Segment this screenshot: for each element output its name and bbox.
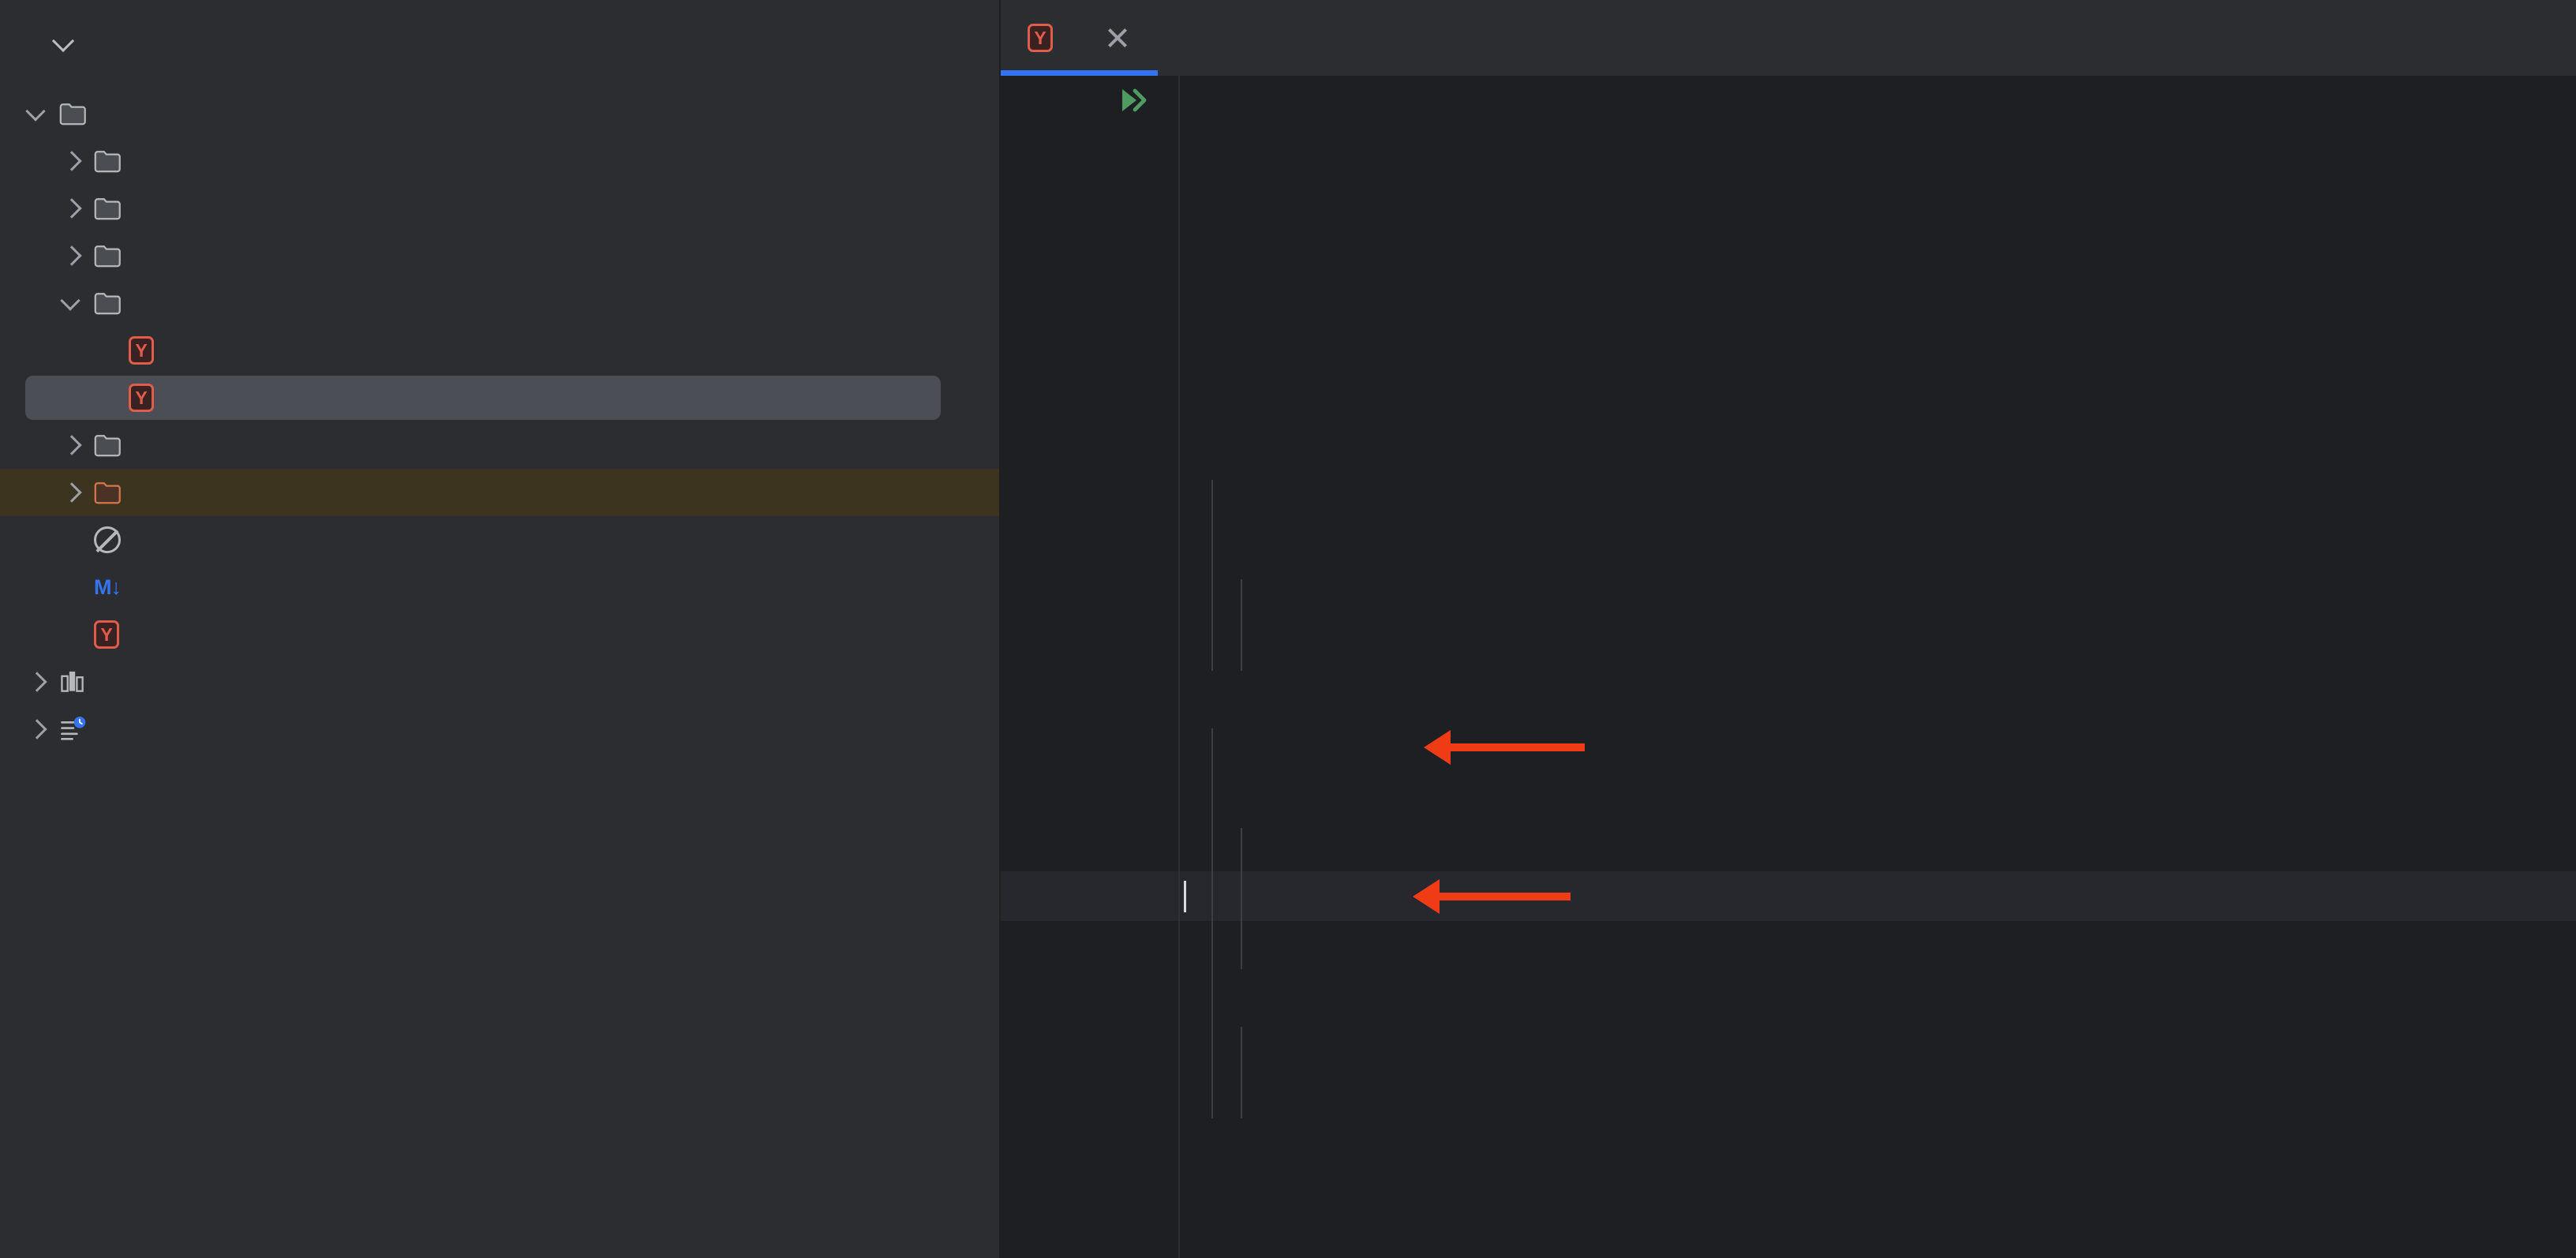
chevron-down-icon[interactable]: [25, 102, 49, 125]
code-line[interactable]: [1001, 523, 2576, 573]
library-icon: [59, 669, 88, 695]
editor-pane: Y: [1001, 0, 2576, 1258]
tree-item-readmes[interactable]: [0, 137, 999, 185]
project-tree: YYM↓Y: [0, 79, 999, 753]
yaml-file-icon: Y: [1028, 24, 1053, 52]
code-line[interactable]: [1001, 921, 2576, 971]
code-line[interactable]: [1001, 374, 2576, 424]
tree-item-hello-deployment-yaml[interactable]: Y: [0, 327, 999, 374]
code-line[interactable]: [1001, 672, 2576, 722]
tree-item-src[interactable]: [0, 421, 999, 469]
scratches-icon: [59, 717, 88, 742]
indent-guide: [1241, 828, 1242, 969]
code-line[interactable]: [1001, 573, 2576, 623]
yaml-file-icon: Y: [129, 336, 154, 365]
code-line[interactable]: [1001, 225, 2576, 275]
code-line[interactable]: [1001, 76, 2576, 125]
tree-item-external-libraries[interactable]: [0, 658, 999, 706]
chevron-right-icon[interactable]: [60, 149, 84, 173]
folder-icon: [94, 197, 122, 220]
indent-guide: [1241, 1027, 1242, 1118]
indent-guide: [1211, 480, 1213, 671]
run-gutter-icon[interactable]: [1119, 86, 1151, 114]
no-chevron-spacer: [60, 623, 84, 646]
code-line[interactable]: [1001, 822, 2576, 871]
chevron-right-icon[interactable]: [60, 244, 84, 268]
annotation-arrow-head: [1424, 730, 1451, 765]
code-line[interactable]: [1001, 424, 2576, 474]
yaml-file-icon: Y: [129, 384, 154, 412]
code-line[interactable]: [1001, 474, 2576, 523]
code-line[interactable]: [1001, 623, 2576, 672]
code-line[interactable]: [1001, 971, 2576, 1020]
tree-item-helloworld[interactable]: [0, 90, 999, 137]
chevron-down-icon[interactable]: [52, 28, 74, 51]
code-line[interactable]: [1001, 1120, 2576, 1170]
chevron-down-icon[interactable]: [60, 291, 84, 315]
yaml-file-icon: Y: [94, 620, 119, 649]
chevron-right-icon[interactable]: [25, 670, 49, 694]
code-line[interactable]: [1001, 722, 2576, 772]
folder-icon: [94, 244, 122, 268]
folder-excluded-icon: [94, 481, 122, 504]
code-line[interactable]: [1001, 324, 2576, 374]
chevron-right-icon[interactable]: [60, 481, 84, 504]
indent-guide: [1211, 728, 1213, 1118]
code-editor[interactable]: [1001, 76, 2576, 1258]
annotation-arrow-shaft: [1451, 743, 1585, 751]
annotation-arrow-head: [1413, 879, 1440, 914]
no-chevron-spacer: [60, 575, 84, 599]
project-tool-window-header[interactable]: [0, 0, 999, 79]
close-icon[interactable]: [1104, 24, 1131, 51]
code-line[interactable]: [1001, 772, 2576, 822]
code-line[interactable]: [1001, 125, 2576, 175]
gutter-border: [1178, 76, 1180, 1258]
tree-item-kubernetes-manifests[interactable]: [0, 279, 999, 327]
folder-icon: [94, 291, 122, 315]
folder-icon: [94, 433, 122, 457]
code-line[interactable]: [1001, 871, 2576, 921]
tree-item-dockerignore[interactable]: [0, 516, 999, 563]
no-chevron-spacer: [60, 528, 84, 552]
no-chevron-spacer: [95, 386, 118, 410]
tree-item-hello-service-yaml[interactable]: Y: [0, 374, 999, 421]
tree-item-vscode[interactable]: [0, 185, 999, 232]
ignore-file-icon: [94, 526, 121, 553]
tree-item-skaffold-yaml[interactable]: Y: [0, 611, 999, 658]
code-line[interactable]: [1001, 1070, 2576, 1120]
tab-active-underline: [1001, 70, 1158, 76]
indent-guide: [1241, 579, 1242, 671]
project-sidebar: YYM↓Y: [0, 0, 1001, 1258]
tree-item-scratches-and-consoles[interactable]: [0, 706, 999, 753]
folder-icon: [94, 149, 122, 173]
markdown-file-icon: M↓: [94, 575, 121, 600]
chevron-right-icon[interactable]: [60, 433, 84, 457]
tree-item-readme-md[interactable]: M↓: [0, 563, 999, 611]
no-chevron-spacer: [95, 339, 118, 362]
tab-hello-service-yaml[interactable]: Y: [1001, 0, 1158, 76]
annotation-arrow-shaft: [1440, 893, 1571, 900]
code-line[interactable]: [1001, 175, 2576, 225]
code-line[interactable]: [1001, 1020, 2576, 1070]
code-line[interactable]: [1001, 275, 2576, 324]
chevron-right-icon[interactable]: [60, 197, 84, 220]
tree-item-img[interactable]: [0, 232, 999, 279]
chevron-right-icon[interactable]: [25, 717, 49, 741]
tree-item-venv[interactable]: [0, 469, 999, 516]
ide-window: YYM↓Y Y: [0, 0, 2576, 1258]
text-caret: [1184, 881, 1186, 912]
editor-tabbar: Y: [1001, 0, 2576, 76]
folder-icon: [59, 102, 88, 125]
